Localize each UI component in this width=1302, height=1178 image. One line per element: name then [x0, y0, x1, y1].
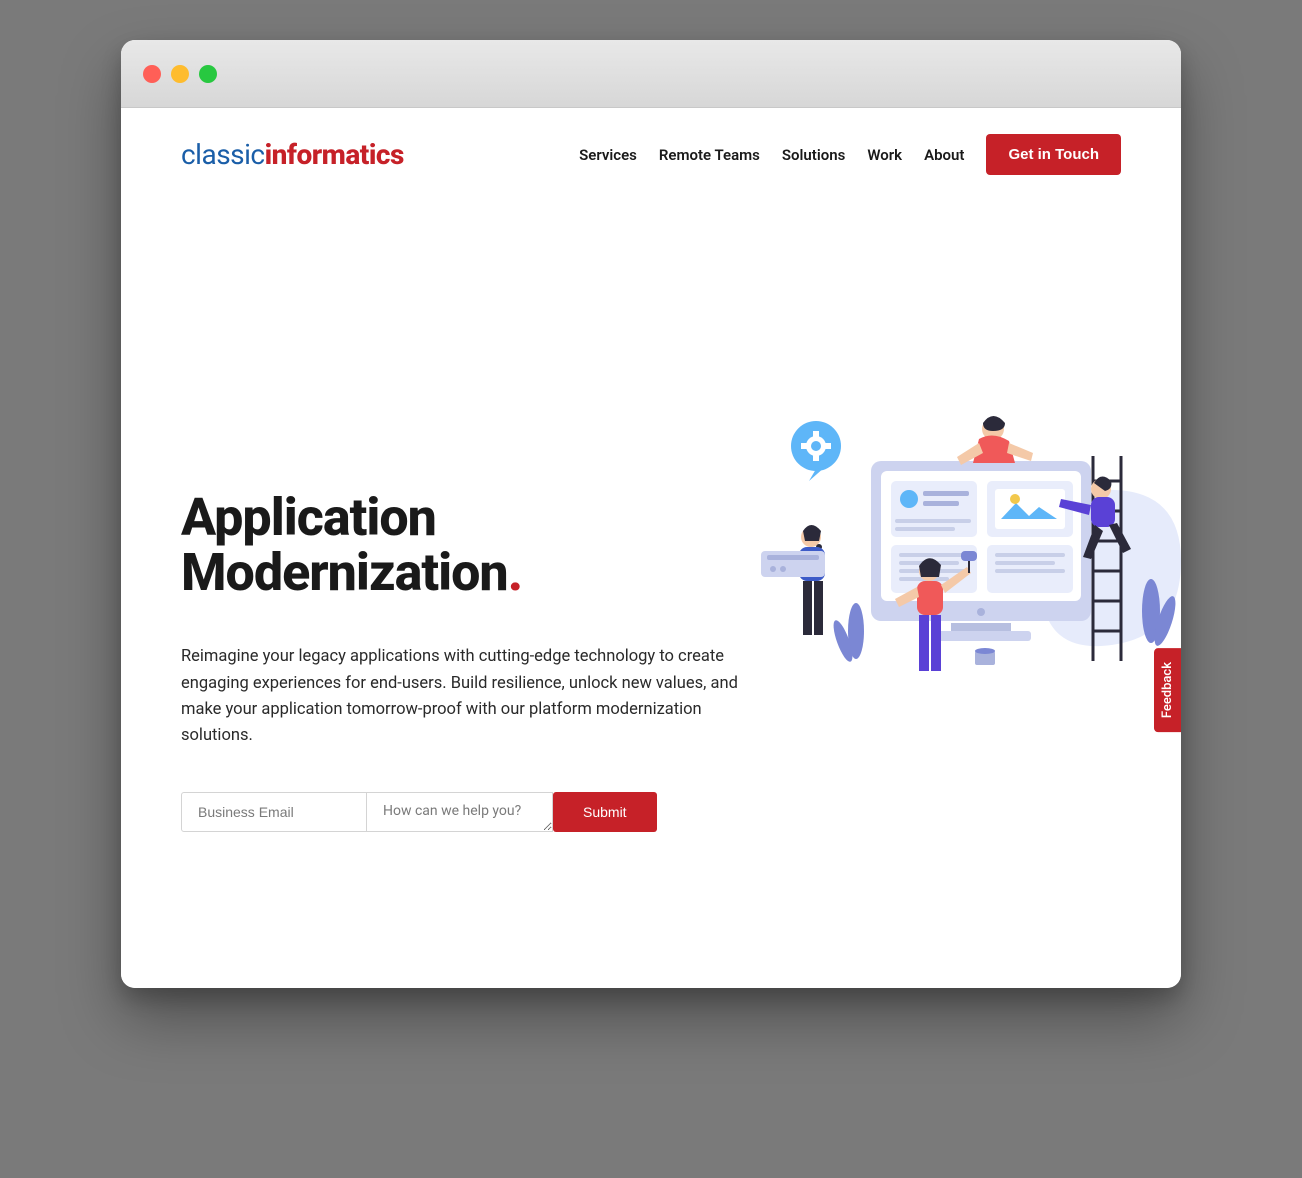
contact-form: Submit	[181, 792, 751, 832]
nav-services[interactable]: Services	[579, 146, 637, 164]
browser-window: classicinformatics Services Remote Teams…	[121, 40, 1181, 988]
message-field[interactable]	[367, 792, 553, 832]
site-header: classicinformatics Services Remote Teams…	[121, 108, 1181, 191]
logo[interactable]: classicinformatics	[181, 138, 404, 171]
title-dot: .	[508, 542, 522, 603]
browser-titlebar	[121, 40, 1181, 108]
nav-remote-teams[interactable]: Remote Teams	[659, 146, 760, 164]
hero-illustration	[761, 401, 1181, 691]
logo-part1: classic	[181, 138, 265, 171]
nav-about[interactable]: About	[924, 146, 964, 164]
submit-button[interactable]: Submit	[553, 792, 657, 832]
window-close-icon[interactable]	[143, 65, 161, 83]
main-nav: Services Remote Teams Solutions Work Abo…	[579, 134, 1121, 175]
page-content: classicinformatics Services Remote Teams…	[121, 108, 1181, 988]
title-text: Application Modernization	[181, 487, 508, 603]
window-minimize-icon[interactable]	[171, 65, 189, 83]
hero-description: Reimagine your legacy applications with …	[181, 644, 751, 750]
logo-part2: informatics	[265, 138, 404, 171]
get-in-touch-button[interactable]: Get in Touch	[986, 134, 1121, 175]
window-maximize-icon[interactable]	[199, 65, 217, 83]
feedback-tab[interactable]: Feedback	[1154, 648, 1181, 732]
email-field[interactable]	[181, 792, 367, 832]
nav-work[interactable]: Work	[867, 146, 902, 164]
hero-section: Application Modernization. Reimagine you…	[121, 491, 1181, 832]
nav-solutions[interactable]: Solutions	[782, 146, 845, 164]
hero-text: Application Modernization. Reimagine you…	[181, 491, 751, 832]
page-title: Application Modernization.	[181, 491, 751, 600]
